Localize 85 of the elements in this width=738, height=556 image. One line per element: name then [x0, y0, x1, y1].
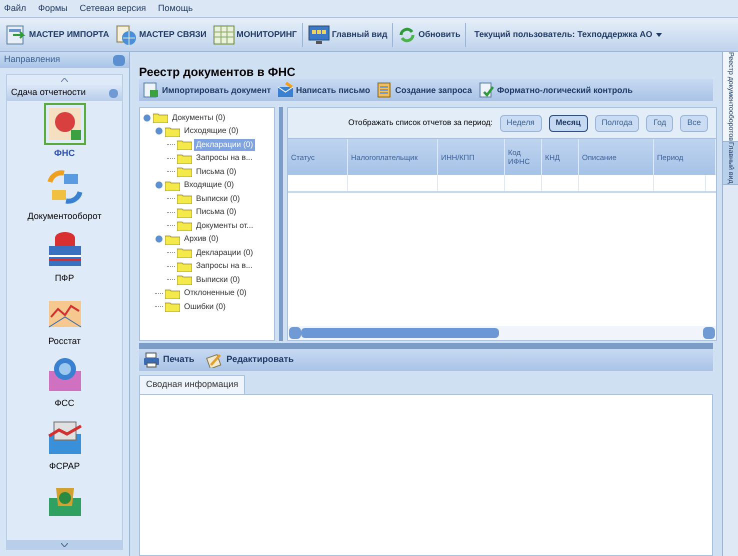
scroll-thumb[interactable] — [301, 328, 499, 338]
tree-item[interactable]: Ошибки (0) — [182, 300, 228, 313]
action-button[interactable]: Форматно-логический контроль — [478, 82, 633, 98]
horizontal-scrollbar[interactable] — [288, 326, 716, 340]
sidebar-item[interactable]: ФСРАР — [49, 460, 80, 473]
sidebar-item[interactable]: Росстат — [48, 334, 81, 348]
sidebar-item[interactable]: Документооборот — [28, 210, 102, 223]
import-icon — [5, 24, 27, 46]
menu-item[interactable]: Формы — [38, 2, 68, 16]
tree-item[interactable]: Письма (0) — [194, 166, 238, 178]
action-button[interactable]: Создание запроса — [376, 82, 472, 98]
period-label: Отображать список отчетов за период: — [348, 117, 493, 129]
tree-item[interactable]: Выписки (0) — [194, 192, 242, 205]
tree-item[interactable]: Отклоненные (0) — [182, 287, 249, 300]
collapse-icon — [109, 88, 118, 98]
tree-item[interactable]: Архив (0) — [182, 233, 220, 246]
toolbar-button[interactable]: МАСТЕР ИМПОРТА — [4, 20, 110, 48]
sidebar-item[interactable]: ФНС — [54, 147, 75, 160]
tree-item[interactable]: Документы (0) — [170, 112, 228, 124]
folder-icon — [177, 247, 192, 258]
period-button[interactable]: Неделя — [500, 114, 542, 132]
period-button[interactable]: Все — [680, 114, 708, 132]
scroll-left-button[interactable] — [289, 327, 301, 339]
pencil-notepad-icon — [206, 352, 224, 368]
sidebar-item[interactable]: ПФР — [54, 272, 74, 286]
period-button[interactable]: Полгода — [594, 114, 640, 132]
chevron-down-icon — [61, 542, 68, 546]
scroll-right-button[interactable] — [703, 327, 715, 339]
collapse-button[interactable] — [113, 54, 125, 66]
toolbar-button[interactable]: Печать — [143, 352, 194, 368]
folder-icon — [177, 260, 192, 272]
page-title: Реестр документов в ФНС — [138, 64, 296, 79]
chevron-up-icon — [61, 78, 68, 82]
user-dropdown[interactable]: Текущий пользователь: Техподдержка АО — [470, 28, 666, 41]
folder-icon — [165, 126, 180, 137]
folder-icon — [165, 234, 180, 245]
toolbar-button[interactable]: Обновить — [397, 20, 462, 48]
document-list-icon — [376, 82, 394, 98]
folder-icon — [165, 180, 180, 191]
folder-icon — [153, 112, 168, 124]
node-toggle-icon[interactable] — [155, 181, 163, 190]
tree-item[interactable]: Исходящие (0) — [182, 125, 240, 138]
folder-icon — [177, 206, 192, 218]
summary-tab[interactable]: Сводная информация — [139, 375, 246, 394]
menu-item[interactable]: Сетевая версия — [80, 2, 146, 16]
emblem-icon[interactable] — [46, 105, 84, 143]
toolbar-button[interactable]: МАСТЕР СВЯЗИ — [114, 20, 208, 48]
folder-icon — [177, 139, 192, 150]
tree-item[interactable]: Входящие (0) — [182, 179, 236, 192]
folder-icon — [177, 274, 192, 286]
toolbar-button[interactable]: Главный вид — [306, 20, 388, 48]
tree-item[interactable]: Документы от... — [194, 220, 256, 232]
node-toggle-icon[interactable] — [155, 235, 163, 244]
menu-item[interactable]: Помощь — [158, 2, 193, 16]
period-button[interactable]: Год — [646, 114, 674, 132]
group-header[interactable]: Сдача отчетности — [7, 85, 122, 101]
import-document-icon — [143, 82, 160, 98]
checkmark-document-icon — [478, 82, 495, 98]
envelope-icon — [276, 82, 294, 98]
tree-item[interactable]: Запросы на в... — [194, 260, 254, 272]
tree-item[interactable]: Письма (0) — [194, 206, 238, 218]
monitor-icon — [308, 24, 330, 46]
folder-icon — [177, 152, 192, 164]
toolbar-button[interactable]: МОНИТОРИНГ — [212, 20, 298, 48]
folder-icon — [177, 193, 192, 204]
sidebar-item[interactable]: ФСС — [54, 397, 74, 410]
spreadsheet-icon — [212, 24, 235, 46]
sidebar-title: Направления — [4, 53, 60, 66]
tree-item[interactable]: Запросы на в... — [194, 152, 254, 164]
tree-item[interactable]: Выписки (0) — [194, 274, 242, 286]
folder-icon — [177, 166, 192, 178]
action-button[interactable]: Написать письмо — [276, 82, 370, 98]
caret-icon — [656, 32, 662, 36]
action-button[interactable]: Импортировать документ — [143, 82, 271, 98]
globe-document-icon — [115, 24, 138, 46]
refresh-icon — [398, 26, 416, 44]
menu-item[interactable]: Файл — [4, 2, 26, 16]
tree-item[interactable]: Декларации (0) — [194, 246, 255, 259]
envelope-arrows-icon[interactable] — [46, 168, 84, 206]
folder-icon — [165, 288, 180, 299]
folder-icon — [177, 220, 192, 232]
printer-icon — [143, 352, 160, 368]
period-button[interactable]: Месяц — [548, 114, 588, 132]
folder-icon — [165, 301, 180, 312]
toolbar-button[interactable]: Редактировать — [206, 352, 294, 368]
